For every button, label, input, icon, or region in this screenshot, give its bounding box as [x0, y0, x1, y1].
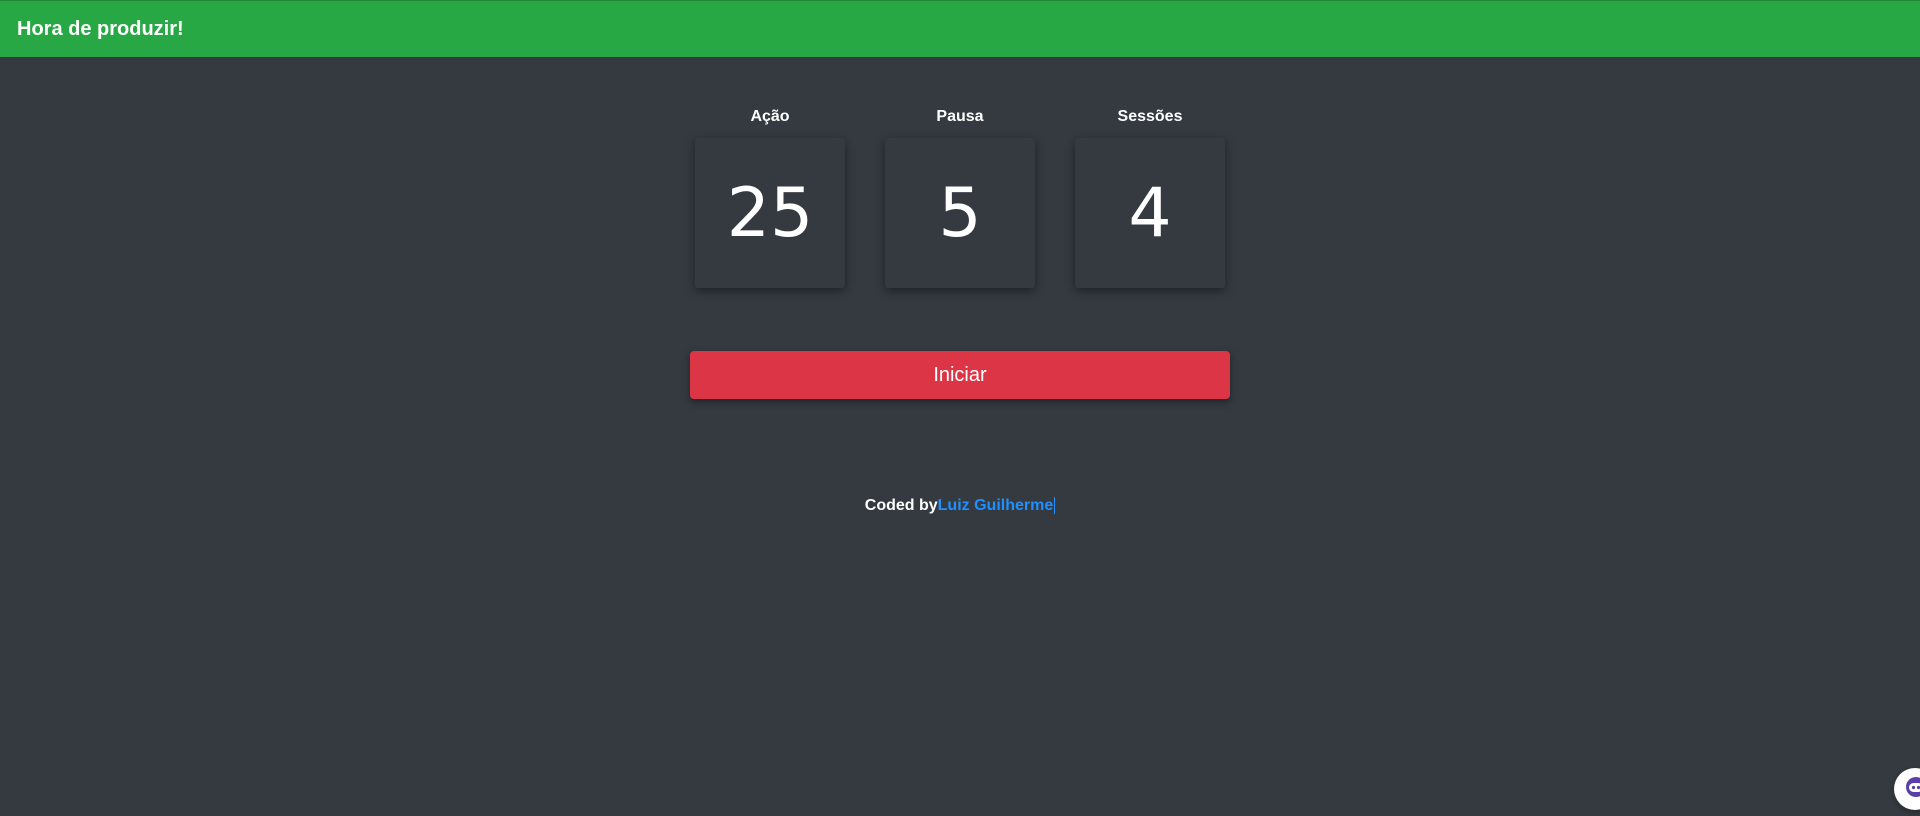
footer: Coded byLuiz Guilherme: [0, 497, 1920, 515]
timer-pause: Pausa 5: [885, 106, 1035, 288]
timer-sessions-label: Sessões: [1117, 108, 1183, 125]
footer-prefix: Coded by: [864, 497, 938, 514]
timer-action-value[interactable]: 25: [695, 138, 845, 288]
author-link[interactable]: Luiz Guilherme: [937, 497, 1056, 514]
assistant-face-icon: [1904, 775, 1920, 804]
start-button[interactable]: Iniciar: [690, 351, 1230, 399]
timer-sessions: Sessões 4: [1075, 106, 1225, 288]
timer-action: Ação 25: [695, 106, 845, 288]
timer-settings: Ação 25 Pausa 5 Sessões 4: [0, 106, 1920, 288]
page-title: Hora de produzir!: [17, 17, 184, 40]
timer-sessions-value[interactable]: 4: [1075, 138, 1225, 288]
timer-action-label: Ação: [750, 108, 790, 125]
top-bar: Hora de produzir!: [0, 0, 1920, 57]
timer-pause-value[interactable]: 5: [885, 138, 1035, 288]
assistant-widget-button[interactable]: [1894, 768, 1920, 810]
timer-pause-label: Pausa: [936, 108, 984, 125]
